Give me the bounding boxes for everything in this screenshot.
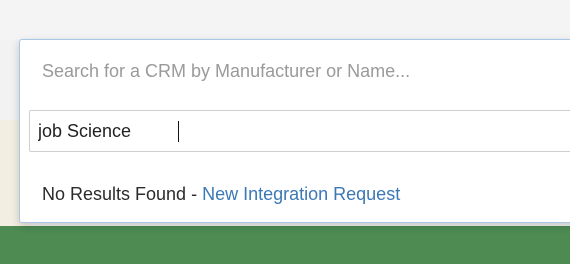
page-background-top (0, 0, 570, 40)
page-background-green (0, 226, 570, 264)
page: { "search": { "placeholder": "Search for… (0, 0, 570, 264)
text-cursor (178, 121, 179, 142)
search-input[interactable] (29, 110, 570, 152)
search-placeholder-text[interactable]: Search for a CRM by Manufacturer or Name… (42, 57, 410, 85)
new-integration-request-link[interactable]: New Integration Request (202, 184, 400, 204)
crm-search-dropdown: Search for a CRM by Manufacturer or Name… (19, 39, 570, 223)
no-results-message: No Results Found - New Integration Reque… (42, 180, 400, 208)
no-results-text: No Results Found - (42, 184, 203, 204)
